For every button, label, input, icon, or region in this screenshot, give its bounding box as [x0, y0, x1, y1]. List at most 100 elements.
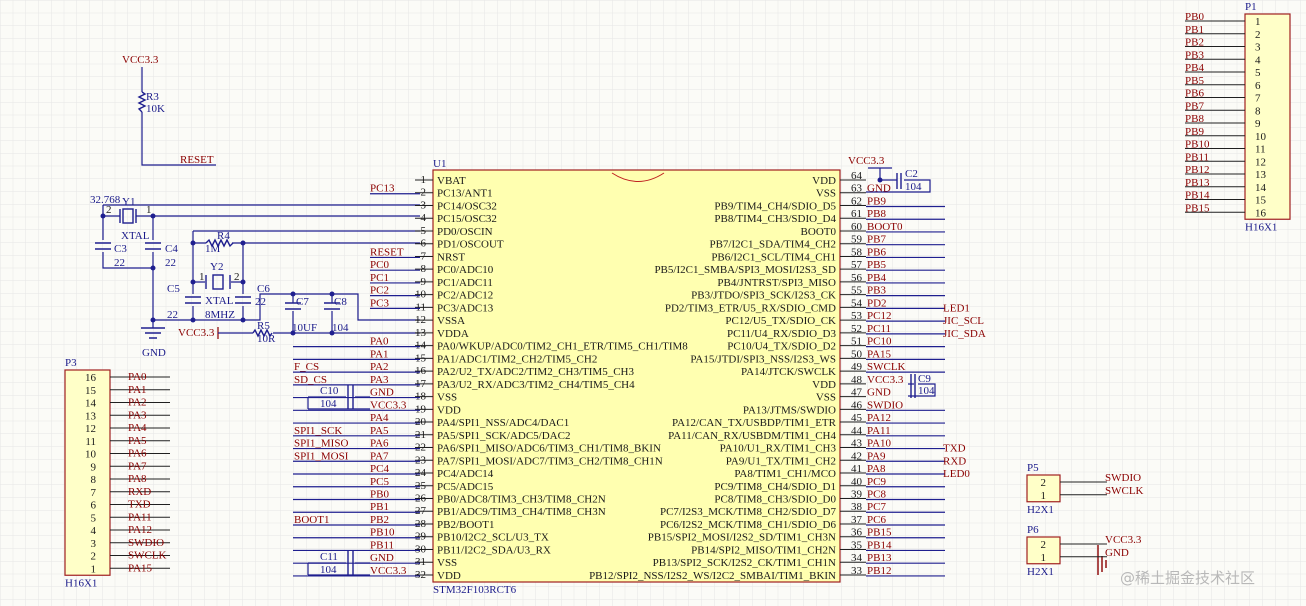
net-label: PA3	[370, 374, 389, 386]
p1-pin-number: 9	[1255, 118, 1261, 130]
u1-pin-name: PB1/ADC9/TIM3_CH4/TIM8_CH3N	[437, 506, 606, 518]
u1-pin-number: 17	[415, 378, 427, 390]
c9-label: C9	[918, 373, 931, 385]
y1-pin1: 1	[146, 204, 152, 216]
p5-part-number: H2X1	[1027, 504, 1054, 516]
p1-pin-number: 6	[1255, 80, 1261, 92]
u1-pin-number: 55	[851, 285, 863, 297]
u1-pin-number: 24	[415, 467, 427, 479]
c5-label: C5	[167, 283, 180, 295]
u1-pin-name: VSS	[437, 557, 457, 569]
u1-pin-number: 46	[851, 399, 863, 411]
gnd-label: GND	[142, 347, 166, 359]
c11-label: C11	[320, 551, 338, 563]
net-label: GND	[370, 552, 394, 564]
u1-pin-number: 21	[415, 429, 426, 441]
p3-pin-number: 6	[91, 500, 97, 512]
r4-value: 1M	[205, 243, 221, 255]
net-label: PB6	[867, 246, 886, 258]
schematic-canvas: VCC3.3 R3 10K RESET 32.768 Y1 2 1 XTAL C…	[0, 0, 1306, 606]
p6-pin-number: 2	[1041, 539, 1047, 551]
p1-pin-number: 5	[1255, 67, 1261, 79]
net-label: PB14	[867, 539, 892, 551]
net-label: PA6	[370, 438, 389, 450]
c7-label: C7	[296, 296, 309, 308]
c11-value: 104	[320, 564, 337, 576]
p1-net-label: PB0	[1185, 11, 1204, 23]
u1-pin-number: 16	[415, 365, 427, 377]
u1-pin-name: PA7/SPI1_MOSI/ADC7/TIM3_CH2/TIM8_CH1N	[437, 455, 663, 467]
y2-type: XTAL	[205, 295, 234, 307]
p1-pin-number: 7	[1255, 93, 1261, 105]
u1-designator: U1	[433, 158, 446, 170]
c8-value: 104	[332, 322, 349, 334]
p1-net-label: PB9	[1185, 126, 1204, 138]
y1-pin2: 2	[106, 204, 112, 216]
u1-pin-name: VSS	[437, 392, 457, 404]
p1-pin-number: 12	[1255, 156, 1266, 168]
u1-pin-number: 4	[421, 212, 427, 224]
p1-net-label: PB5	[1185, 75, 1204, 87]
u1-pin-number: 11	[415, 301, 426, 313]
c2-value: 104	[905, 181, 922, 193]
p1-pin-number: 1	[1255, 16, 1261, 28]
p6-net-label: GND	[1105, 547, 1129, 559]
net-label: SWDIO	[867, 399, 903, 411]
p3-net-label: PA11	[128, 511, 152, 523]
u1-pin-number: 9	[421, 276, 427, 288]
net-label: VCC3.3	[370, 565, 407, 577]
p1-pin-number: 15	[1255, 195, 1267, 207]
external-net-label: LED1	[943, 302, 970, 314]
p1-net-label: PB3	[1185, 49, 1204, 61]
p3-pin-number: 16	[85, 372, 97, 384]
p3-pin-number: 13	[85, 410, 97, 422]
u1-pin-number: 43	[851, 438, 863, 450]
u1-pin-name: PA10/U1_RX/TIM1_CH3	[720, 443, 837, 455]
c9-value: 104	[918, 385, 935, 397]
net-label: PB5	[867, 259, 886, 271]
p3-net-label: SWCLK	[128, 550, 167, 562]
u1-pin-name: PA11/CAN_RX/USBDM/TIM1_CH4	[668, 430, 836, 442]
u1-pin-number: 3	[421, 199, 427, 211]
u1-pin-name: PC6/I2S2_MCK/TIM8_CH1/SDIO_D6	[660, 519, 837, 531]
p1-net-label: PB11	[1185, 151, 1209, 163]
net-label: BOOT0	[867, 221, 903, 233]
external-net-label: JIC_SCL	[943, 315, 984, 327]
net-label: PA15	[867, 348, 892, 360]
u1-pin-number: 57	[851, 259, 863, 271]
u1-pin-number: 49	[851, 361, 863, 373]
external-net-label: LED0	[943, 468, 970, 480]
p1-part-number: H16X1	[1245, 221, 1277, 233]
p1-pin-number: 10	[1255, 131, 1267, 143]
u1-pin-number: 30	[415, 543, 427, 555]
net-label: PC10	[867, 336, 892, 348]
net-label: PA0	[370, 336, 389, 348]
external-net-label: SPI1_MISO	[294, 438, 348, 450]
u1-pin-number: 19	[415, 403, 427, 415]
external-net-label: RXD	[943, 455, 966, 467]
net-label: PC11	[867, 323, 891, 335]
c2-label: C2	[905, 168, 918, 180]
p3-pin-number: 14	[85, 398, 97, 410]
u1-pin-name: VSS	[816, 392, 836, 404]
u1-pin-name: PB0/ADC8/TIM3_CH3/TIM8_CH2N	[437, 494, 606, 506]
c4-value: 22	[165, 257, 176, 269]
p1-pin-number: 14	[1255, 182, 1267, 194]
u1-pin-name: PC2/ADC12	[437, 290, 493, 302]
r5-label: R5	[257, 320, 270, 332]
u1-pin-number: 26	[415, 493, 427, 505]
u1-pin-number: 52	[851, 323, 862, 335]
net-label: PC5	[370, 476, 389, 488]
net-label: PA5	[370, 425, 389, 437]
p6-net-label: VCC3.3	[1105, 534, 1142, 546]
u1-pin-name: PA6/SPI1_MISO/ADC6/TIM3_CH1/TIM8_BKIN	[437, 443, 661, 455]
u1-pin-number: 22	[415, 442, 426, 454]
u1-pin-name: VDD	[812, 379, 836, 391]
u1-pin-number: 35	[851, 539, 863, 551]
net-label: PC12	[867, 310, 891, 322]
reset-net-label: RESET	[180, 154, 214, 166]
u1-pin-number: 41	[851, 463, 862, 475]
p1-net-label: PB2	[1185, 37, 1204, 49]
u1-pin-number: 5	[421, 225, 427, 237]
p6-pin-number: 1	[1041, 552, 1047, 564]
